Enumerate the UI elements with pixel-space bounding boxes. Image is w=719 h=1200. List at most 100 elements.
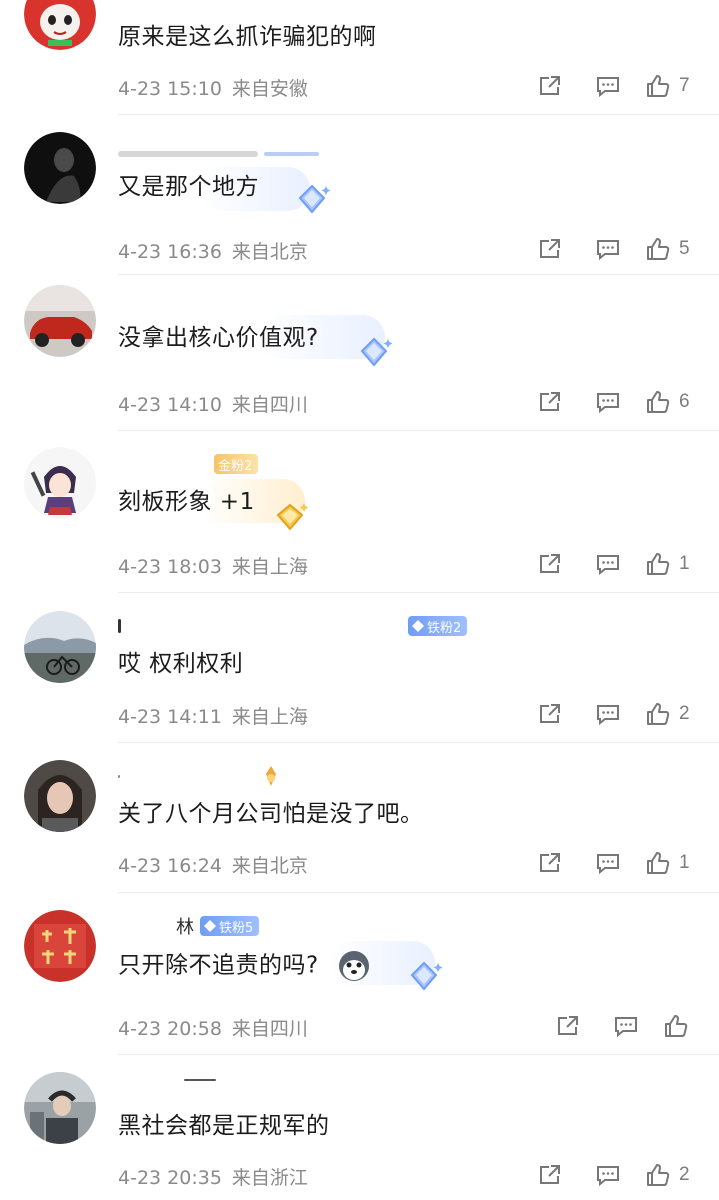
share-icon bbox=[540, 239, 560, 258]
reply-button[interactable] bbox=[579, 549, 637, 579]
avatar[interactable] bbox=[24, 611, 96, 683]
comment-meta: 4-23 16:36 来自北京 bbox=[118, 237, 308, 264]
comment-location: 来自北京 bbox=[231, 241, 308, 263]
share-icon bbox=[558, 1016, 578, 1035]
comment-feed: 原来是这么抓诈骗犯的啊 4-23 15:10 来自安徽 7 又是那个地方 4-2… bbox=[0, 0, 719, 1200]
username-row: 林 铁粉5 bbox=[118, 913, 260, 939]
like-button[interactable]: 2 bbox=[637, 1160, 703, 1190]
username-masked[interactable] bbox=[118, 461, 208, 467]
reply-button[interactable] bbox=[579, 1160, 637, 1190]
comment-time: 4-23 20:35 bbox=[118, 1167, 222, 1189]
fan-badge[interactable]: 铁粉2 bbox=[408, 616, 468, 636]
username-masked-badge bbox=[264, 152, 319, 156]
share-button[interactable] bbox=[539, 1011, 597, 1041]
like-button[interactable]: 5 bbox=[637, 234, 703, 264]
like-count: 1 bbox=[679, 553, 690, 574]
avatar[interactable] bbox=[24, 1072, 96, 1144]
comment-meta: 4-23 16:24 来自北京 bbox=[118, 851, 308, 878]
avatar[interactable] bbox=[24, 132, 96, 204]
share-button[interactable] bbox=[521, 848, 579, 878]
username[interactable]: 林 bbox=[176, 913, 194, 939]
like-button[interactable]: 6 bbox=[637, 387, 703, 417]
diamond-icon bbox=[412, 620, 424, 632]
anime-character-avatar-image bbox=[24, 447, 96, 519]
fan-badge-label: 金粉2 bbox=[218, 458, 253, 474]
fan-badge-label: 铁粉5 bbox=[219, 920, 254, 936]
comment-text: 关了八个月公司怕是没了吧。 bbox=[118, 801, 424, 827]
comment-location: 来自浙江 bbox=[231, 1167, 308, 1189]
comment-meta: 4-23 20:35 来自浙江 bbox=[118, 1163, 308, 1190]
like-button[interactable]: 1 bbox=[637, 848, 703, 878]
username-masked[interactable] bbox=[184, 1079, 216, 1081]
comment-location: 来自四川 bbox=[231, 394, 308, 416]
comment-text: 刻板形象 +1 bbox=[118, 489, 255, 515]
like-count: 1 bbox=[679, 852, 690, 873]
thumbs-up-icon bbox=[647, 553, 670, 575]
comment-text: 只开除不追责的吗? bbox=[118, 949, 371, 983]
share-button[interactable] bbox=[521, 71, 579, 101]
fan-badge[interactable]: 金粉2 bbox=[214, 454, 259, 474]
avatar[interactable] bbox=[24, 447, 96, 519]
reply-button[interactable] bbox=[597, 1011, 655, 1041]
comment-time: 4-23 18:03 bbox=[118, 556, 222, 578]
share-button[interactable] bbox=[521, 699, 579, 729]
share-icon bbox=[540, 392, 560, 411]
comment-actions: 2 bbox=[521, 1160, 703, 1190]
comment-actions: 5 bbox=[521, 234, 703, 264]
reply-button[interactable] bbox=[579, 234, 637, 264]
comment-location: 来自上海 bbox=[231, 706, 308, 728]
like-button[interactable] bbox=[655, 1011, 703, 1041]
comment-icon bbox=[597, 854, 619, 875]
share-button[interactable] bbox=[521, 549, 579, 579]
username-row: 铁粉2 bbox=[118, 615, 468, 637]
comment-text: 又是那个地方 bbox=[118, 174, 259, 200]
comment-icon bbox=[597, 555, 619, 576]
gold-diamond-sparkle-icon bbox=[276, 503, 309, 531]
comment-location: 来自四川 bbox=[231, 1018, 308, 1040]
comment-item: 铁粉2 哎 权利权利 4-23 14:11 来自上海 2 bbox=[0, 593, 719, 743]
fan-badge[interactable]: 铁粉5 bbox=[200, 916, 260, 936]
username-masked[interactable] bbox=[118, 619, 121, 633]
diamond-icon bbox=[204, 920, 216, 932]
comment-meta: 4-23 14:10 来自四川 bbox=[118, 390, 308, 417]
thumbs-up-icon bbox=[647, 238, 670, 260]
diamond-sparkle-icon bbox=[360, 337, 393, 367]
comment-actions: 7 bbox=[521, 71, 703, 101]
share-button[interactable] bbox=[521, 234, 579, 264]
username-masked[interactable] bbox=[118, 151, 258, 157]
avatar[interactable] bbox=[24, 0, 96, 50]
comment-text-content: 只开除不追责的吗? bbox=[118, 952, 319, 979]
share-icon bbox=[540, 1165, 560, 1184]
username-row bbox=[118, 143, 319, 165]
thumbs-up-icon bbox=[647, 703, 670, 725]
username-row: 金粉2 bbox=[118, 453, 259, 475]
like-button[interactable]: 1 bbox=[637, 549, 703, 579]
share-button[interactable] bbox=[521, 1160, 579, 1190]
avatar[interactable] bbox=[24, 760, 96, 832]
reply-button[interactable] bbox=[579, 848, 637, 878]
comment-item: 林 铁粉5 只开除不追责的吗? 4-23 20:58 来自四川 bbox=[0, 893, 719, 1055]
avatar[interactable] bbox=[24, 285, 96, 357]
comment-location: 来自上海 bbox=[231, 556, 308, 578]
comment-time: 4-23 14:11 bbox=[118, 706, 222, 728]
reply-button[interactable] bbox=[579, 71, 637, 101]
avatar[interactable] bbox=[24, 910, 96, 982]
comment-meta: 4-23 14:11 来自上海 bbox=[118, 702, 308, 729]
medal-icon bbox=[266, 766, 276, 786]
like-button[interactable]: 2 bbox=[637, 699, 703, 729]
username-row bbox=[118, 765, 280, 787]
comment-meta: 4-23 18:03 来自上海 bbox=[118, 552, 308, 579]
username-masked[interactable] bbox=[118, 774, 120, 778]
like-count: 2 bbox=[679, 1164, 690, 1185]
comment-item: 金粉2 刻板形象 +1 4-23 18:03 来自上海 1 bbox=[0, 431, 719, 593]
red-calligraphy-avatar-image bbox=[24, 910, 96, 982]
comment-text: 原来是这么抓诈骗犯的啊 bbox=[118, 24, 377, 50]
reply-button[interactable] bbox=[579, 699, 637, 729]
diamond-sparkle-icon bbox=[410, 961, 443, 991]
reply-button[interactable] bbox=[579, 387, 637, 417]
share-button[interactable] bbox=[521, 387, 579, 417]
comment-time: 4-23 16:36 bbox=[118, 241, 222, 263]
like-count: 6 bbox=[679, 391, 690, 412]
like-button[interactable]: 7 bbox=[637, 71, 703, 101]
group-photo-avatar-image bbox=[24, 1072, 96, 1144]
